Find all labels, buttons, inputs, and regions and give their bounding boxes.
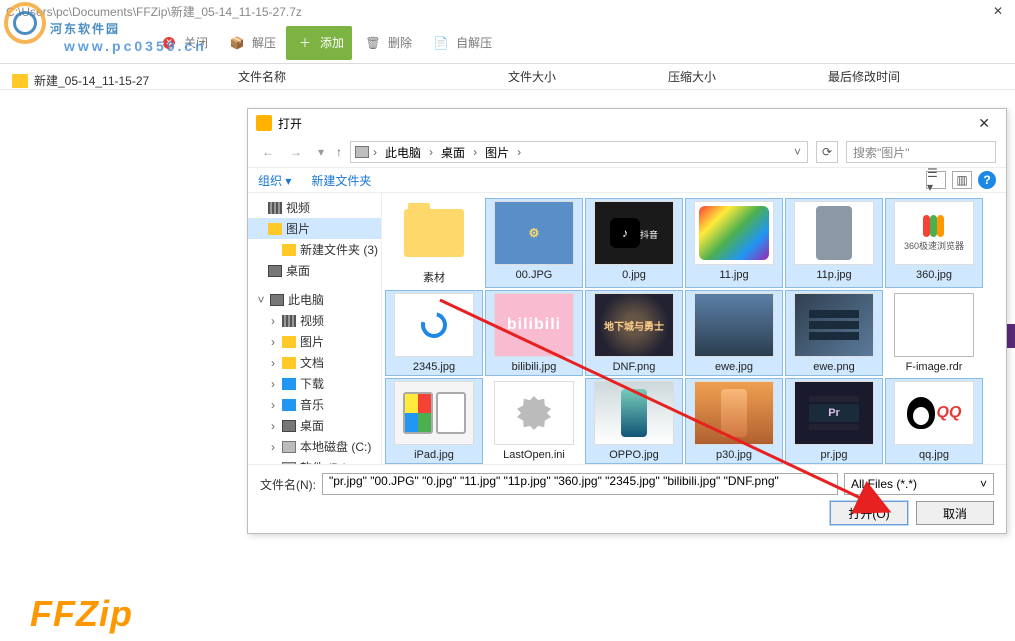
tree-pc-desktop[interactable]: ›桌面	[248, 415, 381, 436]
tree-cdrive[interactable]: ›本地磁盘 (C:)	[248, 436, 381, 457]
tree-pc-dl[interactable]: ›下载	[248, 373, 381, 394]
view-mode-button[interactable]: ☰ ▾	[926, 171, 946, 189]
cancel-button[interactable]: 取消	[916, 501, 994, 525]
dialog-close[interactable]: ✕	[970, 115, 998, 132]
tree-pictures[interactable]: 图片	[248, 218, 381, 239]
breadcrumb[interactable]: › 此电脑 › 桌面 › 图片 › ˅	[350, 141, 808, 163]
nav-back[interactable]: ←	[258, 145, 278, 159]
col-name[interactable]: 文件名称	[230, 64, 500, 89]
file-ewepng[interactable]: ewe.png	[786, 291, 882, 375]
ffzip-logo: FFZip	[30, 593, 133, 635]
folder-icon	[12, 74, 28, 88]
file-fimage[interactable]: F-image.rdr	[886, 291, 982, 375]
watermark-text: 河东软件园	[50, 22, 120, 36]
file-2345jpg[interactable]: 2345.jpg	[386, 291, 482, 375]
files-grid: 素材 ⚙00.JPG ♪抖音0.jpg 11.jpg 11p.jpg 360极速…	[382, 193, 1006, 464]
tree-pc-music[interactable]: ›音乐	[248, 394, 381, 415]
col-compressed[interactable]: 压缩大小	[660, 64, 820, 89]
file-00jpg[interactable]: ⚙00.JPG	[486, 199, 582, 287]
tree-pc-docs[interactable]: ›文档	[248, 352, 381, 373]
organize-button[interactable]: 组织 ▾	[258, 172, 291, 189]
file-filter[interactable]: All Files (*.*)˅	[844, 473, 994, 495]
file-lastopen[interactable]: LastOpen.ini	[486, 379, 582, 463]
file-0jpg[interactable]: ♪抖音0.jpg	[586, 199, 682, 287]
crumb-dropdown[interactable]: ˅	[792, 145, 803, 159]
dialog-app-icon	[256, 115, 272, 131]
archive-tree: 新建_05-14_11-15-27	[6, 68, 216, 93]
search-placeholder: 搜索"图片"	[853, 144, 910, 161]
crumb-pc[interactable]: 此电脑	[381, 144, 425, 161]
tree-videos[interactable]: 视频	[248, 197, 381, 218]
archive-root-label: 新建_05-14_11-15-27	[34, 72, 149, 89]
file-bilibili[interactable]: bilibilibilibili.jpg	[486, 291, 582, 375]
nav-recent[interactable]: ▾	[314, 145, 328, 159]
delete-button[interactable]: 🗑删除	[354, 26, 420, 60]
crumb-pictures[interactable]: 图片	[481, 144, 513, 161]
tree-pc-pictures[interactable]: ›图片	[248, 331, 381, 352]
tree-ddrive[interactable]: ›软件 (D:)	[248, 457, 381, 464]
new-folder-button[interactable]: 新建文件夹	[311, 172, 371, 189]
pc-icon	[355, 146, 369, 158]
filename-label: 文件名(N):	[260, 476, 316, 493]
tree-desktop[interactable]: 桌面	[248, 260, 381, 281]
extract-button[interactable]: 📦解压	[218, 26, 284, 60]
open-dialog: 打开 ✕ ← → ▾ ↑ › 此电脑 › 桌面 › 图片 › ˅ ⟳ 搜索"图片…	[247, 108, 1007, 534]
help-button[interactable]: ?	[978, 171, 996, 189]
search-input[interactable]: 搜索"图片"	[846, 141, 996, 163]
nav-fwd[interactable]: →	[286, 145, 306, 159]
preview-button[interactable]: ▥	[952, 171, 972, 189]
sfx-button[interactable]: 📄自解压	[422, 26, 500, 60]
refresh-button[interactable]: ⟳	[816, 141, 838, 163]
col-date[interactable]: 最后修改时间	[820, 64, 980, 89]
folder-tree: 视频 图片 新建文件夹 (3) 桌面 ˅此电脑 ›视频 ›图片 ›文档 ›下载 …	[248, 193, 382, 464]
window-close[interactable]: ✕	[987, 4, 1009, 18]
file-11jpg[interactable]: 11.jpg	[686, 199, 782, 287]
file-p30[interactable]: p30.jpg	[686, 379, 782, 463]
file-oppo[interactable]: OPPO.jpg	[586, 379, 682, 463]
tree-newfolder3[interactable]: 新建文件夹 (3)	[248, 239, 381, 260]
file-360jpg[interactable]: 360极速浏览器360.jpg	[886, 199, 982, 287]
filename-input[interactable]: "pr.jpg" "00.JPG" "0.jpg" "11.jpg" "11p.…	[322, 473, 838, 495]
tree-thispc[interactable]: ˅此电脑	[248, 289, 381, 310]
file-pr[interactable]: Prpr.jpg	[786, 379, 882, 463]
tree-pc-video[interactable]: ›视频	[248, 310, 381, 331]
archive-root[interactable]: 新建_05-14_11-15-27	[6, 68, 216, 93]
file-ewejpg[interactable]: ewe.jpg	[686, 291, 782, 375]
add-button[interactable]: ＋添加	[286, 26, 352, 60]
crumb-desktop[interactable]: 桌面	[437, 144, 469, 161]
file-ipad[interactable]: iPad.jpg	[386, 379, 482, 463]
nav-up[interactable]: ↑	[336, 145, 342, 159]
file-qq[interactable]: QQqq.jpg	[886, 379, 982, 463]
file-sucai[interactable]: 素材	[386, 199, 482, 287]
dialog-title: 打开	[278, 115, 302, 132]
col-size[interactable]: 文件大小	[500, 64, 660, 89]
open-button[interactable]: 打开(O)	[830, 501, 908, 525]
file-11pjpg[interactable]: 11p.jpg	[786, 199, 882, 287]
file-dnf[interactable]: 地下城与勇士DNF.png	[586, 291, 682, 375]
